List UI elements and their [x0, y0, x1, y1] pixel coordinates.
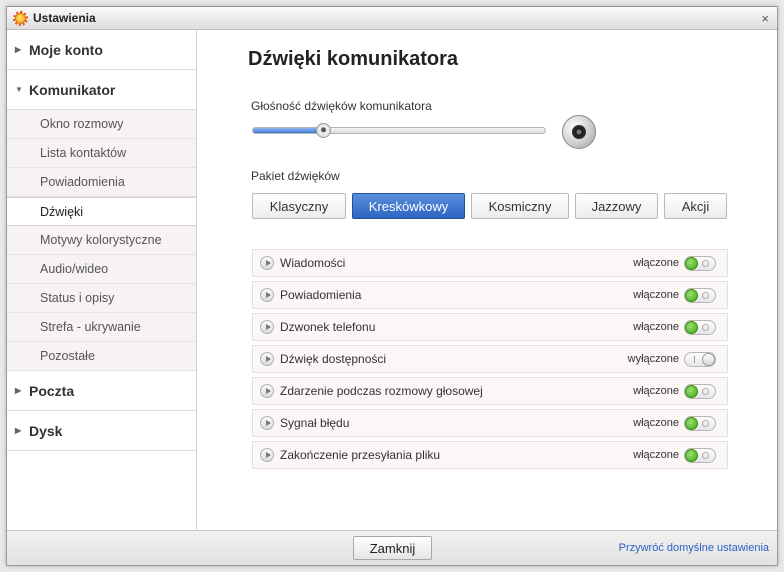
sidebar-item-pozostale[interactable]: Pozostałe — [7, 342, 196, 371]
sidebar-item-okno-rozmowy[interactable]: Okno rozmowy — [7, 110, 196, 139]
event-name: Dzwonek telefonu — [280, 320, 376, 334]
sidebar-item-lista-kontaktow[interactable]: Lista kontaktów — [7, 139, 196, 168]
event-toggle[interactable] — [684, 287, 716, 303]
sidebar-section-poczta[interactable]: ▶ Poczta — [7, 371, 196, 411]
event-row: Zdarzenie podczas rozmowy głosowej włącz… — [252, 377, 728, 405]
close-icon[interactable]: × — [759, 11, 771, 26]
event-row: Powiadomienia włączone — [252, 281, 728, 309]
pack-button-kosmiczny[interactable]: Kosmiczny — [471, 193, 569, 219]
play-icon[interactable] — [260, 256, 274, 270]
event-name: Zakończenie przesyłania pliku — [280, 448, 441, 462]
event-status: włączone — [633, 385, 679, 397]
event-status: włączone — [633, 449, 679, 461]
volume-label: Głośność dźwięków komunikatora — [251, 99, 432, 113]
sidebar-section-label: Komunikator — [29, 81, 116, 98]
chevron-right-icon: ▶ — [15, 426, 22, 435]
sound-pack-label: Pakiet dźwięków — [251, 169, 340, 183]
chevron-down-icon: ▼ — [15, 85, 23, 94]
event-toggle[interactable] — [684, 415, 716, 431]
sun-logo-icon — [13, 10, 28, 26]
play-icon[interactable] — [260, 416, 274, 430]
event-row: Sygnał błędu włączone — [252, 409, 728, 437]
settings-window: Ustawienia × ▶ Moje konto ▼ Komunikator … — [6, 6, 778, 566]
event-row: Dzwonek telefonu włączone — [252, 313, 728, 341]
chevron-right-icon: ▶ — [15, 45, 22, 54]
pack-button-jazzowy[interactable]: Jazzowy — [575, 193, 658, 219]
play-icon[interactable] — [260, 384, 274, 398]
sidebar-section-komunikator[interactable]: ▼ Komunikator — [7, 70, 196, 110]
chevron-right-icon: ▶ — [15, 386, 22, 395]
restore-defaults-link[interactable]: Przywróć domyślne ustawienia — [619, 542, 769, 554]
title-bar[interactable]: Ustawienia × — [7, 7, 777, 30]
volume-slider[interactable] — [252, 123, 546, 138]
event-name: Powiadomienia — [280, 288, 362, 302]
main-panel: Dźwięki komunikatora Głośność dźwięków k… — [198, 30, 777, 530]
sidebar-item-powiadomienia[interactable]: Powiadomienia — [7, 168, 196, 197]
event-status: włączone — [633, 321, 679, 333]
sidebar-item-audio-wideo[interactable]: Audio/wideo — [7, 255, 196, 284]
sidebar-section-label: Moje konto — [29, 41, 103, 58]
sidebar-item-status[interactable]: Status i opisy — [7, 284, 196, 313]
event-row: Dźwięk dostępności wyłączone — [252, 345, 728, 373]
event-toggle[interactable] — [684, 351, 716, 367]
event-name: Wiadomości — [280, 256, 346, 270]
pack-button-akcji[interactable]: Akcji — [664, 193, 727, 219]
event-status: włączone — [633, 417, 679, 429]
window-title: Ustawienia — [33, 11, 96, 25]
sidebar-section-dysk[interactable]: ▶ Dysk — [7, 411, 196, 451]
event-status: włączone — [633, 289, 679, 301]
sidebar-section-label: Dysk — [29, 422, 63, 439]
sound-events-list: Wiadomości włączone Powiadomienia włączo… — [252, 249, 728, 473]
event-toggle[interactable] — [684, 319, 716, 335]
play-icon[interactable] — [260, 288, 274, 302]
event-name: Zdarzenie podczas rozmowy głosowej — [280, 384, 483, 398]
event-row: Zakończenie przesyłania pliku włączone — [252, 441, 728, 469]
sidebar-section-moje-konto[interactable]: ▶ Moje konto — [7, 30, 196, 70]
play-icon[interactable] — [260, 352, 274, 366]
play-icon[interactable] — [260, 448, 274, 462]
event-name: Sygnał błędu — [280, 416, 350, 430]
event-toggle[interactable] — [684, 383, 716, 399]
sidebar-section-label: Poczta — [29, 382, 75, 399]
page-title: Dźwięki komunikatora — [248, 48, 459, 70]
event-name: Dźwięk dostępności — [280, 352, 387, 366]
close-button[interactable]: Zamknij — [353, 536, 432, 560]
speaker-icon[interactable] — [562, 115, 596, 149]
sidebar: ▶ Moje konto ▼ Komunikator Okno rozmowy … — [7, 30, 197, 530]
event-row: Wiadomości włączone — [252, 249, 728, 277]
event-status: wyłączone — [627, 353, 679, 365]
volume-slider-fill — [253, 128, 324, 133]
play-icon[interactable] — [260, 320, 274, 334]
event-toggle[interactable] — [684, 255, 716, 271]
volume-slider-thumb[interactable] — [316, 123, 332, 138]
pack-button-kreskowkowy[interactable]: Kreskówkowy — [352, 193, 465, 219]
sidebar-item-strefa[interactable]: Strefa - ukrywanie — [7, 313, 196, 342]
pack-button-klasyczny[interactable]: Klasyczny — [252, 193, 346, 219]
event-status: włączone — [633, 257, 679, 269]
sidebar-item-motywy[interactable]: Motywy kolorystyczne — [7, 226, 196, 255]
sidebar-item-dzwieki[interactable]: Dźwięki — [7, 197, 196, 226]
footer-bar: Zamknij Przywróć domyślne ustawienia — [7, 530, 777, 565]
event-toggle[interactable] — [684, 447, 716, 463]
